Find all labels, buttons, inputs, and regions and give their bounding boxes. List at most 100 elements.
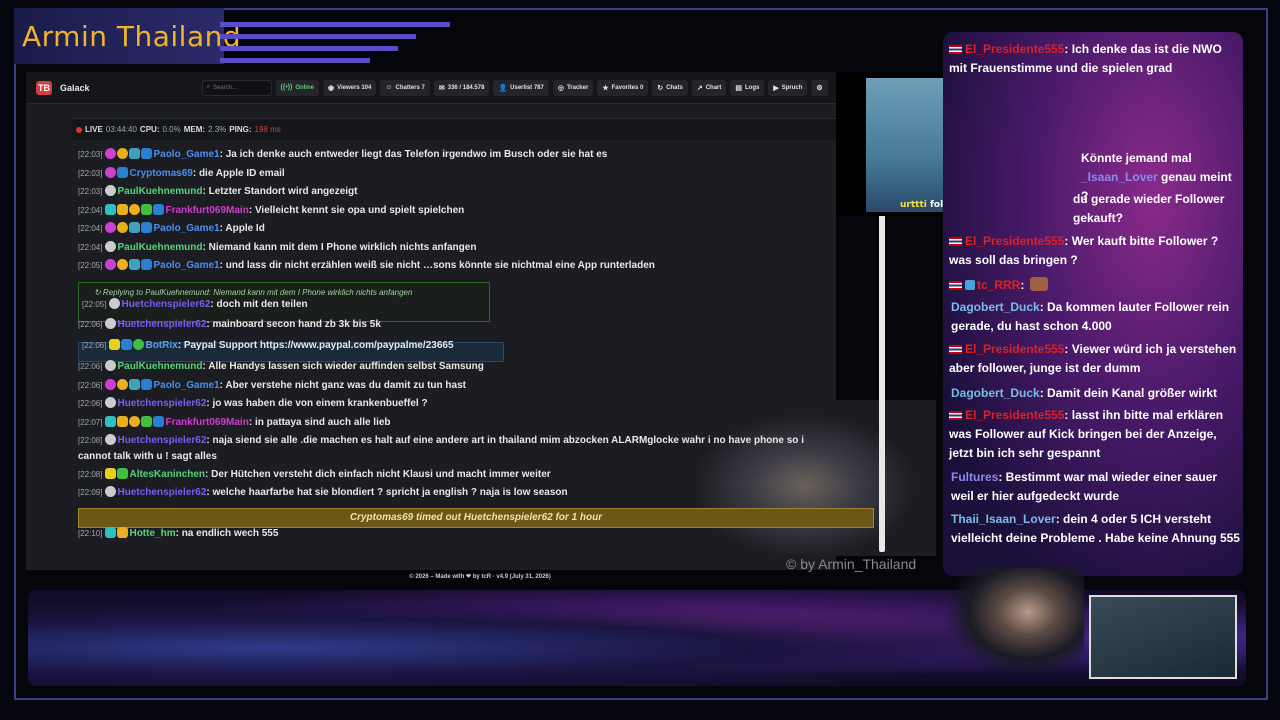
chat-username[interactable]: Huetchenspieler62 xyxy=(117,319,206,330)
sub-badge-icon xyxy=(965,280,975,290)
chat-username[interactable]: Paolo_Game1 xyxy=(153,223,219,234)
chat-username[interactable]: PaulKuehnemund xyxy=(117,242,202,253)
live-dot-icon xyxy=(76,126,82,133)
user-badge-icon xyxy=(105,241,117,252)
nav-button-6[interactable]: ★ Favorites 0 xyxy=(597,79,649,96)
chat-username[interactable]: Huetchenspieler62 xyxy=(117,435,206,446)
mem-label: MEM: xyxy=(183,125,206,134)
side-chat-username[interactable]: Fultures xyxy=(951,470,998,484)
ping-label: PING: xyxy=(229,125,252,134)
nav-button-8[interactable]: ↗ Chart xyxy=(691,79,727,96)
message-time: [22:03] xyxy=(78,187,103,196)
live-label: LIVE xyxy=(85,125,103,134)
search-input[interactable]: ⌕ Search... xyxy=(201,79,272,96)
nav-button-9[interactable]: ▤ Logs xyxy=(730,79,765,96)
logs-icon: ▤ xyxy=(735,84,743,92)
thai-flag-icon xyxy=(949,345,962,354)
side-chat-username[interactable]: tc_RRR xyxy=(977,278,1020,292)
nav-button-2[interactable]: ☺ Chatters 7 xyxy=(380,79,430,96)
side-chat-username[interactable]: Thaii_Isaan_Lover xyxy=(951,512,1056,526)
user-badge-icon xyxy=(117,468,129,479)
user-badge-icon xyxy=(117,259,129,270)
message-time: [22:05] xyxy=(78,261,103,270)
chatters-icon: ☺ xyxy=(385,84,393,91)
chat-username[interactable]: BotRix xyxy=(145,340,177,351)
message-time: [22:10] xyxy=(78,529,103,538)
side-chat-text: : Damit dein Kanal größer wirkt xyxy=(1039,386,1218,400)
tracker-icon: ◎ xyxy=(557,84,564,92)
title-stripe xyxy=(220,46,398,51)
chat-message: [22:07] Frankfurt069Main: in pattaya sind… xyxy=(78,416,868,429)
title-stripe xyxy=(220,58,370,63)
chat-message: [22:08] AltesKaninchen: Der Hütchen verst… xyxy=(78,468,868,481)
side-chat-username[interactable]: El_Presidente555 xyxy=(965,408,1064,422)
chat-message: [22:08] Huetchenspieler62: naja siend sie… xyxy=(78,434,868,447)
chat-message: [22:03] Cryptomas69: die Apple ID email xyxy=(78,167,868,180)
chat-message: [22:04] Paolo_Game1: Apple Id xyxy=(78,222,868,235)
chat-message: [22:06] Huetchenspieler62: mainboard seco… xyxy=(78,318,868,331)
side-chat-username[interactable]: El_Presidente555 xyxy=(965,342,1064,356)
nav-button-5[interactable]: ◎ Tracker xyxy=(552,79,594,96)
message-time: [22:06] xyxy=(78,320,103,329)
nav-label: Online xyxy=(295,84,314,91)
nav-label: Tracker xyxy=(566,84,589,91)
chat-username[interactable]: Huetchenspieler62 xyxy=(117,487,206,498)
chart-icon: ↗ xyxy=(696,84,703,92)
user-badge-icon xyxy=(129,204,141,215)
chat-username[interactable]: PaulKuehnemund xyxy=(117,361,202,372)
uptime: 03:44:40 xyxy=(105,125,137,134)
chat-username[interactable]: Cryptomas69 xyxy=(129,168,192,179)
nav-label: Favorites 0 xyxy=(611,84,644,91)
chat-username[interactable]: Frankfurt069Main xyxy=(165,417,248,428)
gear-icon: ⚙ xyxy=(816,84,823,92)
chat-username[interactable]: PaulKuehnemund xyxy=(117,186,202,197)
side-chat-username[interactable]: El_Presidente555 xyxy=(965,42,1064,56)
user-badge-icon xyxy=(141,379,153,390)
chat-username[interactable]: Hotte_hm xyxy=(129,528,175,539)
chat-username[interactable]: Huetchenspieler62 xyxy=(117,398,206,409)
nav-button-11[interactable]: ⚙ xyxy=(811,79,828,96)
side-chat-message: Dagobert_Duck: Damit dein Kanal größer w… xyxy=(951,384,1241,403)
chat-log: [22:03] Paolo_Game1: Ja ich denke auch en… xyxy=(78,148,878,622)
chat-username[interactable]: Frankfurt069Main xyxy=(165,205,248,216)
title-stripe xyxy=(220,34,416,39)
nav-button-1[interactable]: ◉ Viewers 104 xyxy=(322,79,377,96)
chat-username[interactable]: AltesKaninchen xyxy=(129,469,205,480)
user-badge-icon xyxy=(141,259,153,270)
chat-message: [22:03] Paolo_Game1: Ja ich denke auch en… xyxy=(78,148,868,161)
side-chat-username[interactable]: Dagobert_Duck xyxy=(951,386,1040,400)
side-chat-username[interactable]: El_Presidente555 xyxy=(965,234,1064,248)
watermark: © by Armin_Thailand xyxy=(786,556,917,572)
user-badge-icon xyxy=(141,222,153,233)
nav-button-3[interactable]: ✉ 336 / 184.578 xyxy=(433,79,490,96)
message-text: Niemand kann mit dem I Phone wirklich ni… xyxy=(208,242,477,253)
chat-username[interactable]: Paolo_Game1 xyxy=(153,260,219,271)
message-text: und lass dir nicht erzählen weiß sie nic… xyxy=(225,260,655,271)
user-badge-icon xyxy=(121,339,133,350)
user-badge-icon xyxy=(153,204,165,215)
nav-button-10[interactable]: ▶ Spruch xyxy=(768,79,808,96)
nav-button-4[interactable]: 👤 Userlist 787 xyxy=(493,79,549,96)
message-time: [22:03] xyxy=(78,150,103,159)
message-text: welche haarfarbe hat sie blondiert ? spr… xyxy=(212,487,568,498)
star-icon: ★ xyxy=(602,84,609,92)
timeout-notice: Cryptomas69 timed out Huetchenspieler62 … xyxy=(78,508,874,528)
side-chat-username[interactable]: Dagobert_Duck xyxy=(951,300,1040,314)
chat-scrollbar[interactable] xyxy=(879,214,885,552)
side-chat-username[interactable]: _Isaan_Lover xyxy=(1081,170,1158,184)
nav-button-0[interactable]: ((•)) Online xyxy=(275,79,319,96)
thai-flag-icon xyxy=(949,411,962,420)
chat-message: [22:06] BotRix: Paypal Support https://ww… xyxy=(82,339,872,352)
message-text: die Apple ID email xyxy=(198,168,285,179)
chat-username[interactable]: Paolo_Game1 xyxy=(153,149,219,160)
message-text: Aber verstehe nicht ganz was du damit zu… xyxy=(225,380,466,391)
nav-button-7[interactable]: ↻ Chats xyxy=(652,79,688,96)
chat-username[interactable]: Paolo_Game1 xyxy=(153,380,219,391)
message-text: Letzter Standort wird angezeigt xyxy=(208,186,358,197)
chat-username[interactable]: Huetchenspieler62 xyxy=(121,299,210,310)
ping-value: 198 ms xyxy=(254,125,281,134)
search-placeholder: Search... xyxy=(212,84,237,91)
spruch-icon: ▶ xyxy=(773,84,779,92)
user-badge-icon xyxy=(129,148,141,159)
message-text: jo was haben die von einem krankenbueffe… xyxy=(212,398,428,409)
